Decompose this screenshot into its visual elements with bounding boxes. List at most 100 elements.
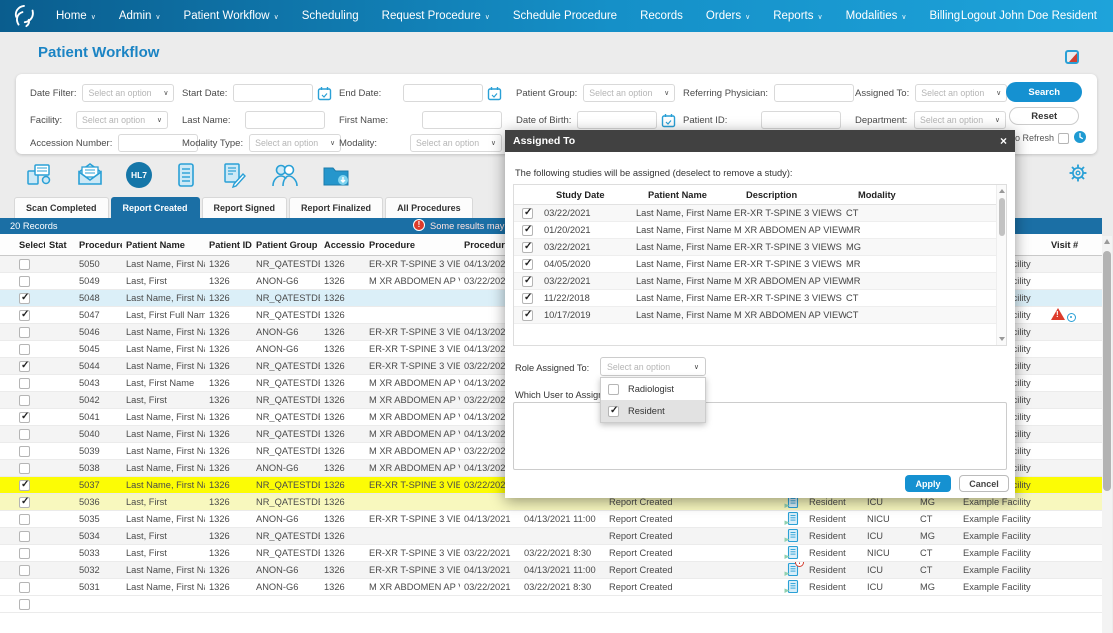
row-checkbox[interactable] — [19, 514, 30, 525]
row-checkbox[interactable] — [19, 412, 30, 423]
tab[interactable]: Report Created — [111, 197, 200, 218]
study-checkbox[interactable] — [522, 293, 533, 304]
study-row[interactable]: 03/22/2021 Last Name, First Name ER-XR T… — [514, 239, 1006, 256]
filter-input[interactable] — [403, 84, 483, 102]
cancel-button[interactable]: Cancel — [959, 475, 1009, 492]
filter-select[interactable]: Select an option∨ — [249, 134, 341, 152]
row-checkbox[interactable] — [19, 599, 30, 610]
study-checkbox[interactable] — [522, 225, 533, 236]
study-row[interactable]: 01/20/2021 Last Name, First Name M XR AB… — [514, 222, 1006, 239]
nav-item[interactable]: Home ∨ — [56, 10, 96, 22]
row-checkbox[interactable] — [19, 548, 30, 559]
row-checkbox[interactable] — [19, 310, 30, 321]
reset-button[interactable]: Reset — [1009, 107, 1079, 125]
worklist-icon[interactable] — [174, 162, 198, 188]
role-option[interactable]: Radiologist — [601, 378, 705, 400]
scrollbar-thumb[interactable] — [1103, 251, 1111, 491]
scroll-up-icon[interactable] — [1104, 239, 1110, 244]
apply-button[interactable]: Apply — [905, 475, 951, 492]
clock-icon[interactable] — [1073, 130, 1087, 146]
nav-item[interactable]: Orders ∨ — [706, 10, 750, 22]
scrollbar-thumb[interactable] — [999, 198, 1005, 236]
print-film-icon[interactable] — [26, 162, 54, 188]
table-row[interactable]: 5031 Last Name, First Name 1326 ANON-G6 … — [0, 579, 1102, 596]
role-option-checkbox[interactable] — [608, 384, 619, 395]
close-icon[interactable]: × — [1000, 134, 1007, 148]
role-dropdown[interactable]: Select an option∨ — [600, 357, 706, 376]
row-checkbox[interactable] — [19, 531, 30, 542]
nav-item[interactable]: Scheduling ∨ — [302, 10, 359, 22]
row-checkbox[interactable] — [19, 395, 30, 406]
auto-refresh-checkbox[interactable] — [1058, 133, 1069, 144]
nav-item[interactable]: Reports ∨ — [773, 10, 822, 22]
study-checkbox[interactable] — [522, 259, 533, 270]
role-option[interactable]: Resident — [601, 400, 705, 422]
alert-panel-icon[interactable] — [1065, 50, 1079, 64]
study-list-scrollbar[interactable] — [996, 185, 1006, 345]
settings-gear-icon[interactable] — [1067, 162, 1089, 189]
filter-select[interactable]: Select an option∨ — [915, 84, 1007, 102]
filter-select[interactable]: Select an option∨ — [76, 111, 168, 129]
table-row[interactable]: 5032 Last Name, First Name 1326 ANON-G6 … — [0, 562, 1102, 579]
study-row[interactable]: 03/22/2021 Last Name, First Name M XR AB… — [514, 273, 1006, 290]
table-row[interactable]: 5035 Last Name, First Name 1326 ANON-G6 … — [0, 511, 1102, 528]
row-checkbox[interactable] — [19, 293, 30, 304]
app-logo-icon[interactable] — [10, 2, 38, 30]
role-option-checkbox[interactable] — [608, 406, 619, 417]
nav-item[interactable]: Records ∨ — [640, 10, 683, 22]
filter-select[interactable]: Select an option∨ — [914, 111, 1006, 129]
filter-input[interactable] — [577, 111, 657, 129]
col-patient-name[interactable]: Patient Name — [122, 240, 205, 250]
report-icon[interactable]: ! — [784, 545, 799, 560]
filter-input[interactable] — [774, 84, 854, 102]
filter-input[interactable] — [422, 111, 502, 129]
disc-icon[interactable] — [1067, 313, 1076, 322]
col-patient-group[interactable]: Patient Group — [252, 240, 320, 250]
row-checkbox[interactable] — [19, 429, 30, 440]
nav-item[interactable]: Admin ∨ — [119, 10, 161, 22]
col-patient-id[interactable]: Patient ID — [205, 240, 252, 250]
table-scrollbar[interactable] — [1102, 236, 1112, 633]
calendar-icon[interactable] — [487, 86, 502, 101]
warning-triangle-icon[interactable] — [1051, 308, 1065, 320]
sign-report-icon[interactable] — [220, 162, 248, 188]
row-checkbox[interactable] — [19, 344, 30, 355]
study-row[interactable]: 04/05/2020 Last Name, First Name ER-XR T… — [514, 256, 1006, 273]
nav-item[interactable]: Billing ∨ — [930, 10, 961, 22]
row-checkbox[interactable] — [19, 463, 30, 474]
patients-icon[interactable] — [270, 162, 300, 188]
report-icon[interactable]: ! — [784, 579, 799, 594]
filter-input[interactable] — [245, 111, 325, 129]
study-row[interactable]: 10/17/2019 Last Name, First Name M XR AB… — [514, 307, 1006, 324]
user-listbox[interactable] — [513, 402, 1007, 470]
filter-select[interactable]: Select an option∨ — [410, 134, 502, 152]
report-icon[interactable]: ! — [784, 511, 799, 526]
tab[interactable]: All Procedures — [385, 197, 473, 218]
filter-input[interactable] — [233, 84, 313, 102]
study-row[interactable]: 11/22/2018 Last Name, First Name ER-XR T… — [514, 290, 1006, 307]
report-icon[interactable]: ! — [784, 528, 799, 543]
nav-item[interactable]: Schedule Procedure ∨ — [513, 10, 617, 22]
row-checkbox[interactable] — [19, 446, 30, 457]
row-checkbox[interactable] — [19, 565, 30, 576]
col-procedure-id[interactable]: Procedure ID — [75, 240, 122, 250]
table-row[interactable]: ! — [0, 596, 1102, 613]
row-checkbox[interactable] — [19, 361, 30, 372]
calendar-icon[interactable] — [661, 113, 676, 128]
filter-input[interactable] — [761, 111, 841, 129]
folder-export-icon[interactable] — [322, 162, 352, 188]
row-checkbox[interactable] — [19, 276, 30, 287]
study-checkbox[interactable] — [522, 276, 533, 287]
report-icon[interactable]: ! — [784, 562, 799, 577]
table-row[interactable]: 5033 Last, First 1326 NR_QATESTDEV 1326 … — [0, 545, 1102, 562]
col-procedure[interactable]: Procedure — [365, 240, 460, 250]
study-row[interactable]: 03/22/2021 Last Name, First Name ER-XR T… — [514, 205, 1006, 222]
col-stat[interactable]: Stat — [45, 240, 75, 250]
col-visit[interactable]: Visit # — [1047, 240, 1102, 250]
calendar-icon[interactable] — [317, 86, 332, 101]
filter-select[interactable]: Select an option∨ — [82, 84, 174, 102]
row-checkbox[interactable] — [19, 582, 30, 593]
nav-item[interactable]: Patient Workflow ∨ — [184, 10, 279, 22]
study-checkbox[interactable] — [522, 208, 533, 219]
row-checkbox[interactable] — [19, 378, 30, 389]
